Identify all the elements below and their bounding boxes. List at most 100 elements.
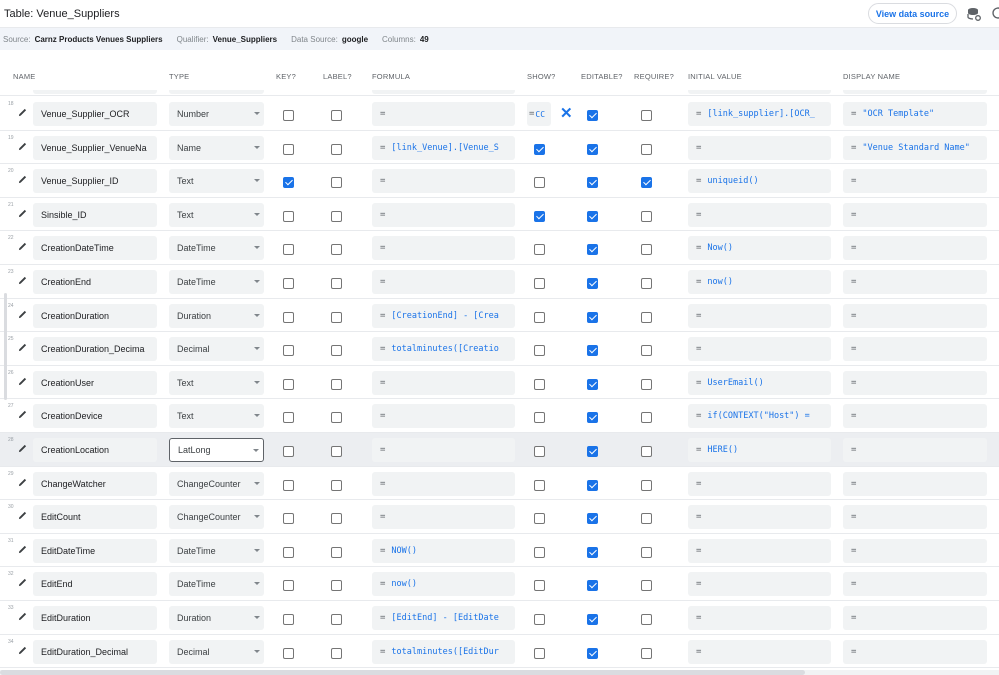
editable-checkbox[interactable] [587, 143, 598, 155]
display-name-input[interactable]: = [843, 404, 987, 429]
column-type-select[interactable]: ChangeCounter [169, 505, 264, 530]
require-checkbox[interactable] [641, 210, 652, 222]
editable-checkbox[interactable] [587, 580, 598, 592]
display-name-input[interactable]: = [843, 538, 987, 563]
key-checkbox[interactable] [283, 110, 294, 121]
edit-pencil-icon[interactable] [18, 310, 27, 319]
edit-pencil-icon[interactable] [18, 646, 27, 655]
label-checkbox[interactable] [331, 479, 342, 491]
column-type-select[interactable]: Text [169, 404, 264, 429]
display-name-input[interactable]: = [843, 471, 987, 496]
formula-input[interactable]: = [372, 505, 515, 530]
display-name-input[interactable]: = [843, 438, 987, 462]
formula-input[interactable]: = now() [372, 572, 515, 597]
formula-input[interactable]: = [372, 169, 515, 194]
require-checkbox[interactable] [641, 580, 652, 592]
require-checkbox[interactable] [641, 143, 652, 155]
column-type-select[interactable]: Duration [169, 303, 264, 328]
label-checkbox[interactable] [331, 345, 342, 357]
show-checkbox[interactable] [534, 479, 545, 491]
label-checkbox[interactable] [331, 177, 342, 189]
key-checkbox[interactable] [283, 446, 294, 457]
show-checkbox[interactable] [534, 345, 545, 357]
label-checkbox[interactable] [331, 580, 342, 592]
show-checkbox[interactable] [534, 177, 545, 189]
editable-checkbox[interactable] [587, 546, 598, 558]
require-checkbox[interactable] [641, 647, 652, 659]
require-checkbox[interactable] [641, 345, 652, 357]
key-checkbox[interactable] [283, 647, 294, 659]
editable-checkbox[interactable] [587, 412, 598, 424]
column-type-select[interactable]: Name [169, 135, 264, 160]
column-name-input[interactable]: CreationLocation [33, 438, 157, 462]
initial-value-input[interactable]: = [688, 639, 831, 664]
formula-input[interactable]: = NOW() [372, 538, 515, 563]
edit-pencil-icon[interactable] [18, 377, 27, 386]
column-type-select[interactable]: LatLong [169, 438, 264, 462]
show-checkbox[interactable] [534, 244, 545, 256]
column-name-input[interactable]: EditDateTime [33, 538, 157, 563]
initial-value-input[interactable]: = HERE() [688, 438, 831, 462]
column-name-input[interactable]: CreationDevice [33, 404, 157, 429]
key-checkbox[interactable] [283, 513, 294, 525]
column-name-input[interactable]: ChangeWatcher [33, 471, 157, 496]
column-type-select[interactable]: Decimal [169, 639, 264, 664]
display-name-input[interactable]: = [843, 169, 987, 194]
require-checkbox[interactable] [641, 378, 652, 390]
key-checkbox[interactable] [283, 614, 294, 625]
edit-pencil-icon[interactable] [18, 175, 27, 184]
label-checkbox[interactable] [331, 210, 342, 222]
display-name-input[interactable]: = [843, 606, 987, 630]
key-checkbox[interactable] [283, 244, 294, 256]
horizontal-scrollbar-thumb[interactable] [0, 670, 805, 675]
show-checkbox[interactable] [534, 647, 545, 659]
initial-value-input[interactable]: = UserEmail() [688, 370, 831, 395]
key-checkbox[interactable] [283, 378, 294, 390]
editable-checkbox[interactable] [587, 210, 598, 222]
initial-value-input[interactable]: = [688, 303, 831, 328]
formula-input[interactable]: = [EditEnd] - [EditDate [372, 606, 515, 630]
initial-value-input[interactable]: = [688, 538, 831, 563]
vertical-scrollbar[interactable] [4, 293, 7, 400]
label-checkbox[interactable] [331, 513, 342, 525]
column-name-input[interactable]: EditDuration [33, 606, 157, 630]
column-name-input[interactable]: Sinsible_ID [33, 202, 157, 227]
horizontal-scrollbar[interactable] [0, 670, 999, 675]
column-name-input[interactable]: CreationDuration_Decima [33, 337, 157, 362]
key-checkbox[interactable] [283, 546, 294, 558]
edit-pencil-icon[interactable] [18, 578, 27, 587]
key-checkbox[interactable] [283, 143, 294, 155]
edit-pencil-icon[interactable] [18, 511, 27, 520]
formula-input[interactable]: = [CreationEnd] - [Crea [372, 303, 515, 328]
label-checkbox[interactable] [331, 143, 342, 155]
label-checkbox[interactable] [331, 412, 342, 424]
key-checkbox[interactable] [283, 278, 294, 289]
column-type-select[interactable]: Text [169, 202, 264, 227]
editable-checkbox[interactable] [587, 378, 598, 390]
view-data-source-button[interactable]: View data source [868, 3, 957, 24]
editable-checkbox[interactable] [587, 177, 598, 189]
column-name-input[interactable]: CreationDateTime [33, 236, 157, 261]
require-checkbox[interactable] [641, 546, 652, 558]
column-name-input[interactable]: CreationUser [33, 370, 157, 395]
editable-checkbox[interactable] [587, 311, 598, 323]
show-checkbox[interactable] [534, 614, 545, 625]
editable-checkbox[interactable] [587, 446, 598, 457]
column-type-select[interactable]: DateTime [169, 270, 264, 294]
formula-input[interactable]: = [372, 236, 515, 261]
show-formula-input[interactable]: = CC [527, 102, 551, 126]
initial-value-input[interactable]: = [688, 135, 831, 160]
initial-value-input[interactable]: = [688, 606, 831, 630]
formula-input[interactable]: = [372, 438, 515, 462]
label-checkbox[interactable] [331, 614, 342, 625]
show-checkbox[interactable] [534, 378, 545, 390]
column-name-input[interactable]: EditEnd [33, 572, 157, 597]
show-checkbox[interactable] [534, 311, 545, 323]
column-type-select[interactable]: DateTime [169, 236, 264, 261]
initial-value-input[interactable]: = if(CONTEXT("Host") = [688, 404, 831, 429]
editable-checkbox[interactable] [587, 278, 598, 289]
require-checkbox[interactable] [641, 110, 652, 121]
column-type-select[interactable]: DateTime [169, 538, 264, 563]
initial-value-input[interactable]: = Now() [688, 236, 831, 261]
require-checkbox[interactable] [641, 614, 652, 625]
